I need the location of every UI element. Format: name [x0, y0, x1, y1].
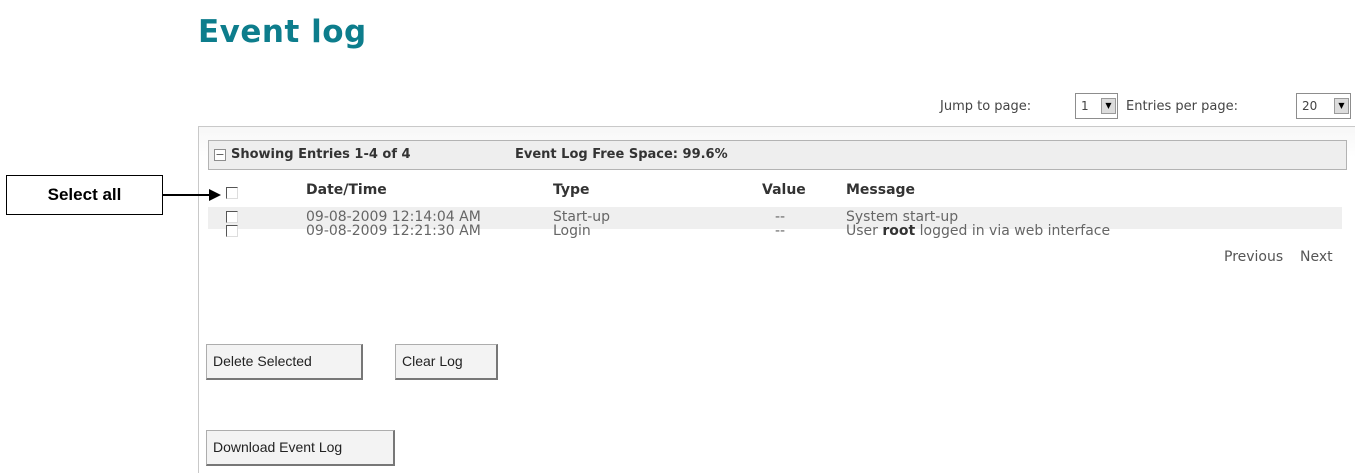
- jump-to-page-value: 1: [1081, 99, 1089, 113]
- callout-arrow-head: [209, 189, 221, 201]
- entries-per-page-select[interactable]: 20 ▼: [1296, 93, 1351, 119]
- download-event-log-button[interactable]: Download Event Log: [206, 430, 395, 466]
- summary-bar: − Showing Entries 1-4 of 4 Event Log Fre…: [208, 140, 1347, 170]
- showing-entries-text: Showing Entries 1-4 of 4: [231, 147, 411, 162]
- free-space-text: Event Log Free Space: 99.6%: [515, 147, 728, 162]
- row-value: --: [775, 223, 786, 239]
- dropdown-arrow-icon: ▼: [1101, 98, 1116, 114]
- jump-to-page-label: Jump to page:: [940, 99, 1032, 114]
- page-title: Event log: [198, 14, 367, 50]
- delete-selected-button[interactable]: Delete Selected: [206, 344, 363, 380]
- entries-per-page-label: Entries per page:: [1126, 99, 1238, 114]
- select-all-checkbox[interactable]: [226, 187, 238, 199]
- callout-arrow-line: [163, 194, 211, 196]
- previous-link[interactable]: Previous: [1224, 249, 1283, 265]
- row-message: User root logged in via web interface: [846, 223, 1110, 239]
- entries-per-page-value: 20: [1302, 99, 1318, 113]
- row-type: Login: [553, 223, 591, 239]
- jump-to-page-select[interactable]: 1 ▼: [1075, 93, 1118, 119]
- message-prefix: User: [846, 223, 883, 239]
- message-username: root: [882, 223, 916, 239]
- row-checkbox[interactable]: [226, 211, 238, 223]
- column-header-value: Value: [762, 182, 806, 198]
- message-suffix: logged in via web interface: [915, 223, 1111, 239]
- dropdown-arrow-icon: ▼: [1334, 98, 1349, 114]
- row-checkbox[interactable]: [226, 225, 238, 237]
- next-link[interactable]: Next: [1300, 249, 1333, 265]
- column-header-message: Message: [846, 182, 916, 198]
- column-header-datetime: Date/Time: [306, 182, 387, 198]
- clear-log-button[interactable]: Clear Log: [395, 344, 498, 380]
- event-log-panel: [198, 126, 1355, 473]
- row-datetime: 09-08-2009 12:21:30 AM: [306, 223, 481, 239]
- select-all-callout: Select all: [6, 175, 163, 215]
- collapse-toggle-icon[interactable]: −: [214, 149, 226, 161]
- column-header-type: Type: [553, 182, 590, 198]
